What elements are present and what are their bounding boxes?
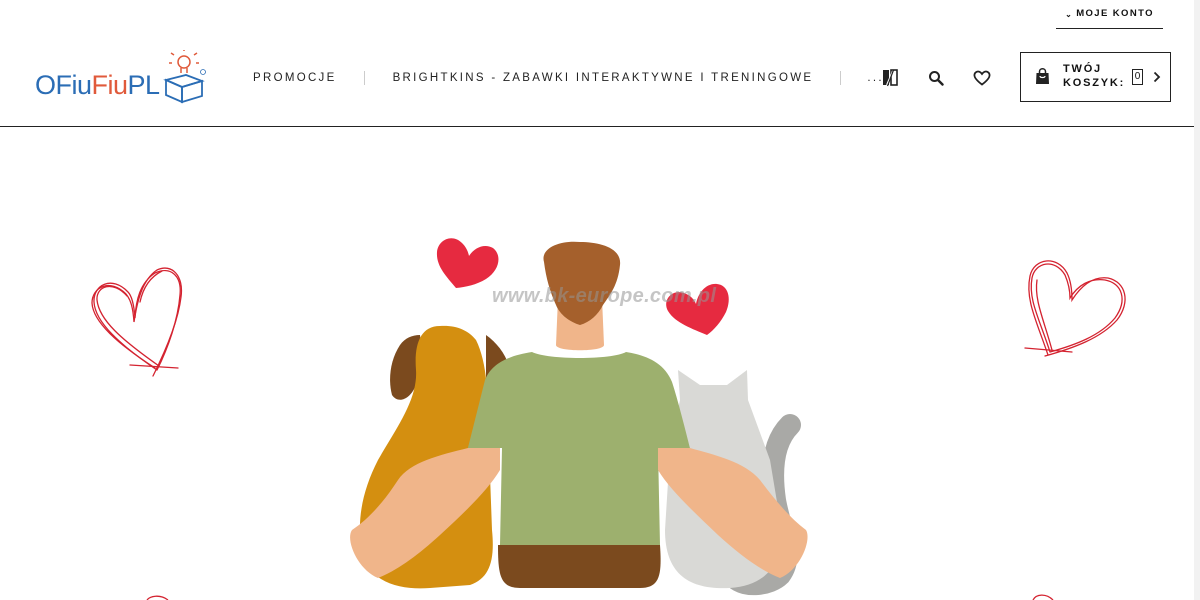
hero-banner: www.bk-europe.com.pl <box>0 128 1194 600</box>
sketch-heart-right-icon <box>1024 260 1126 357</box>
logo-text: OFiuFiuPL <box>35 70 160 101</box>
sketch-heart-partial-icon <box>1032 594 1054 600</box>
search-icon <box>929 70 944 86</box>
page-scrollbar[interactable] <box>1194 0 1200 600</box>
nav-separator <box>840 70 842 85</box>
red-heart-icon <box>436 238 499 288</box>
cart-label-line-1: TWÓJ <box>1063 63 1102 75</box>
sketch-heart-left-icon <box>91 267 183 377</box>
cart-label-line-2: KOSZYK: <box>1063 77 1126 89</box>
my-account-label: MOJE KONTO <box>1076 8 1154 19</box>
sketch-heart-partial-icon <box>146 595 169 600</box>
site-header: OFiuFiuPL PROMOCJE BRIGHTKINS - ZABAWKI … <box>0 30 1200 127</box>
header-actions <box>870 30 1008 125</box>
logo-word-fiu-1: Fiu <box>55 70 93 100</box>
main-navigation: PROMOCJE BRIGHTKINS - ZABAWKI INTERAKTYW… <box>230 30 884 125</box>
compare-button[interactable] <box>870 58 910 98</box>
nav-separator <box>363 70 365 85</box>
heart-icon <box>973 70 991 86</box>
site-logo[interactable]: OFiuFiuPL <box>34 50 209 110</box>
chevron-right-icon <box>1153 71 1161 83</box>
nav-item-promocje[interactable]: PROMOCJE <box>253 72 337 84</box>
top-bar: ⌄ MOJE KONTO <box>0 0 1200 30</box>
my-account-link[interactable]: ⌄ MOJE KONTO <box>1056 8 1163 29</box>
cart-count-badge: 0 <box>1132 69 1143 85</box>
watermark-text: www.bk-europe.com.pl <box>492 285 717 307</box>
logo-word-fiu-2: Fiu <box>91 70 129 100</box>
shopping-bag-icon <box>1036 68 1049 84</box>
search-button[interactable] <box>916 58 956 98</box>
logo-letter-o: O <box>35 70 56 100</box>
cart-button[interactable]: TWÓJ KOSZYK: 0 <box>1020 52 1171 102</box>
chevron-down-icon: ⌄ <box>1065 10 1074 19</box>
hero-illustration <box>91 238 1126 600</box>
nav-item-brightkins[interactable]: BRIGHTKINS - ZABAWKI INTERAKTYWNE I TREN… <box>393 72 814 84</box>
logo-word-pl: PL <box>127 70 161 100</box>
wishlist-button[interactable] <box>962 58 1002 98</box>
cart-label: TWÓJ KOSZYK: <box>1063 62 1125 90</box>
compare-icon <box>883 68 898 86</box>
